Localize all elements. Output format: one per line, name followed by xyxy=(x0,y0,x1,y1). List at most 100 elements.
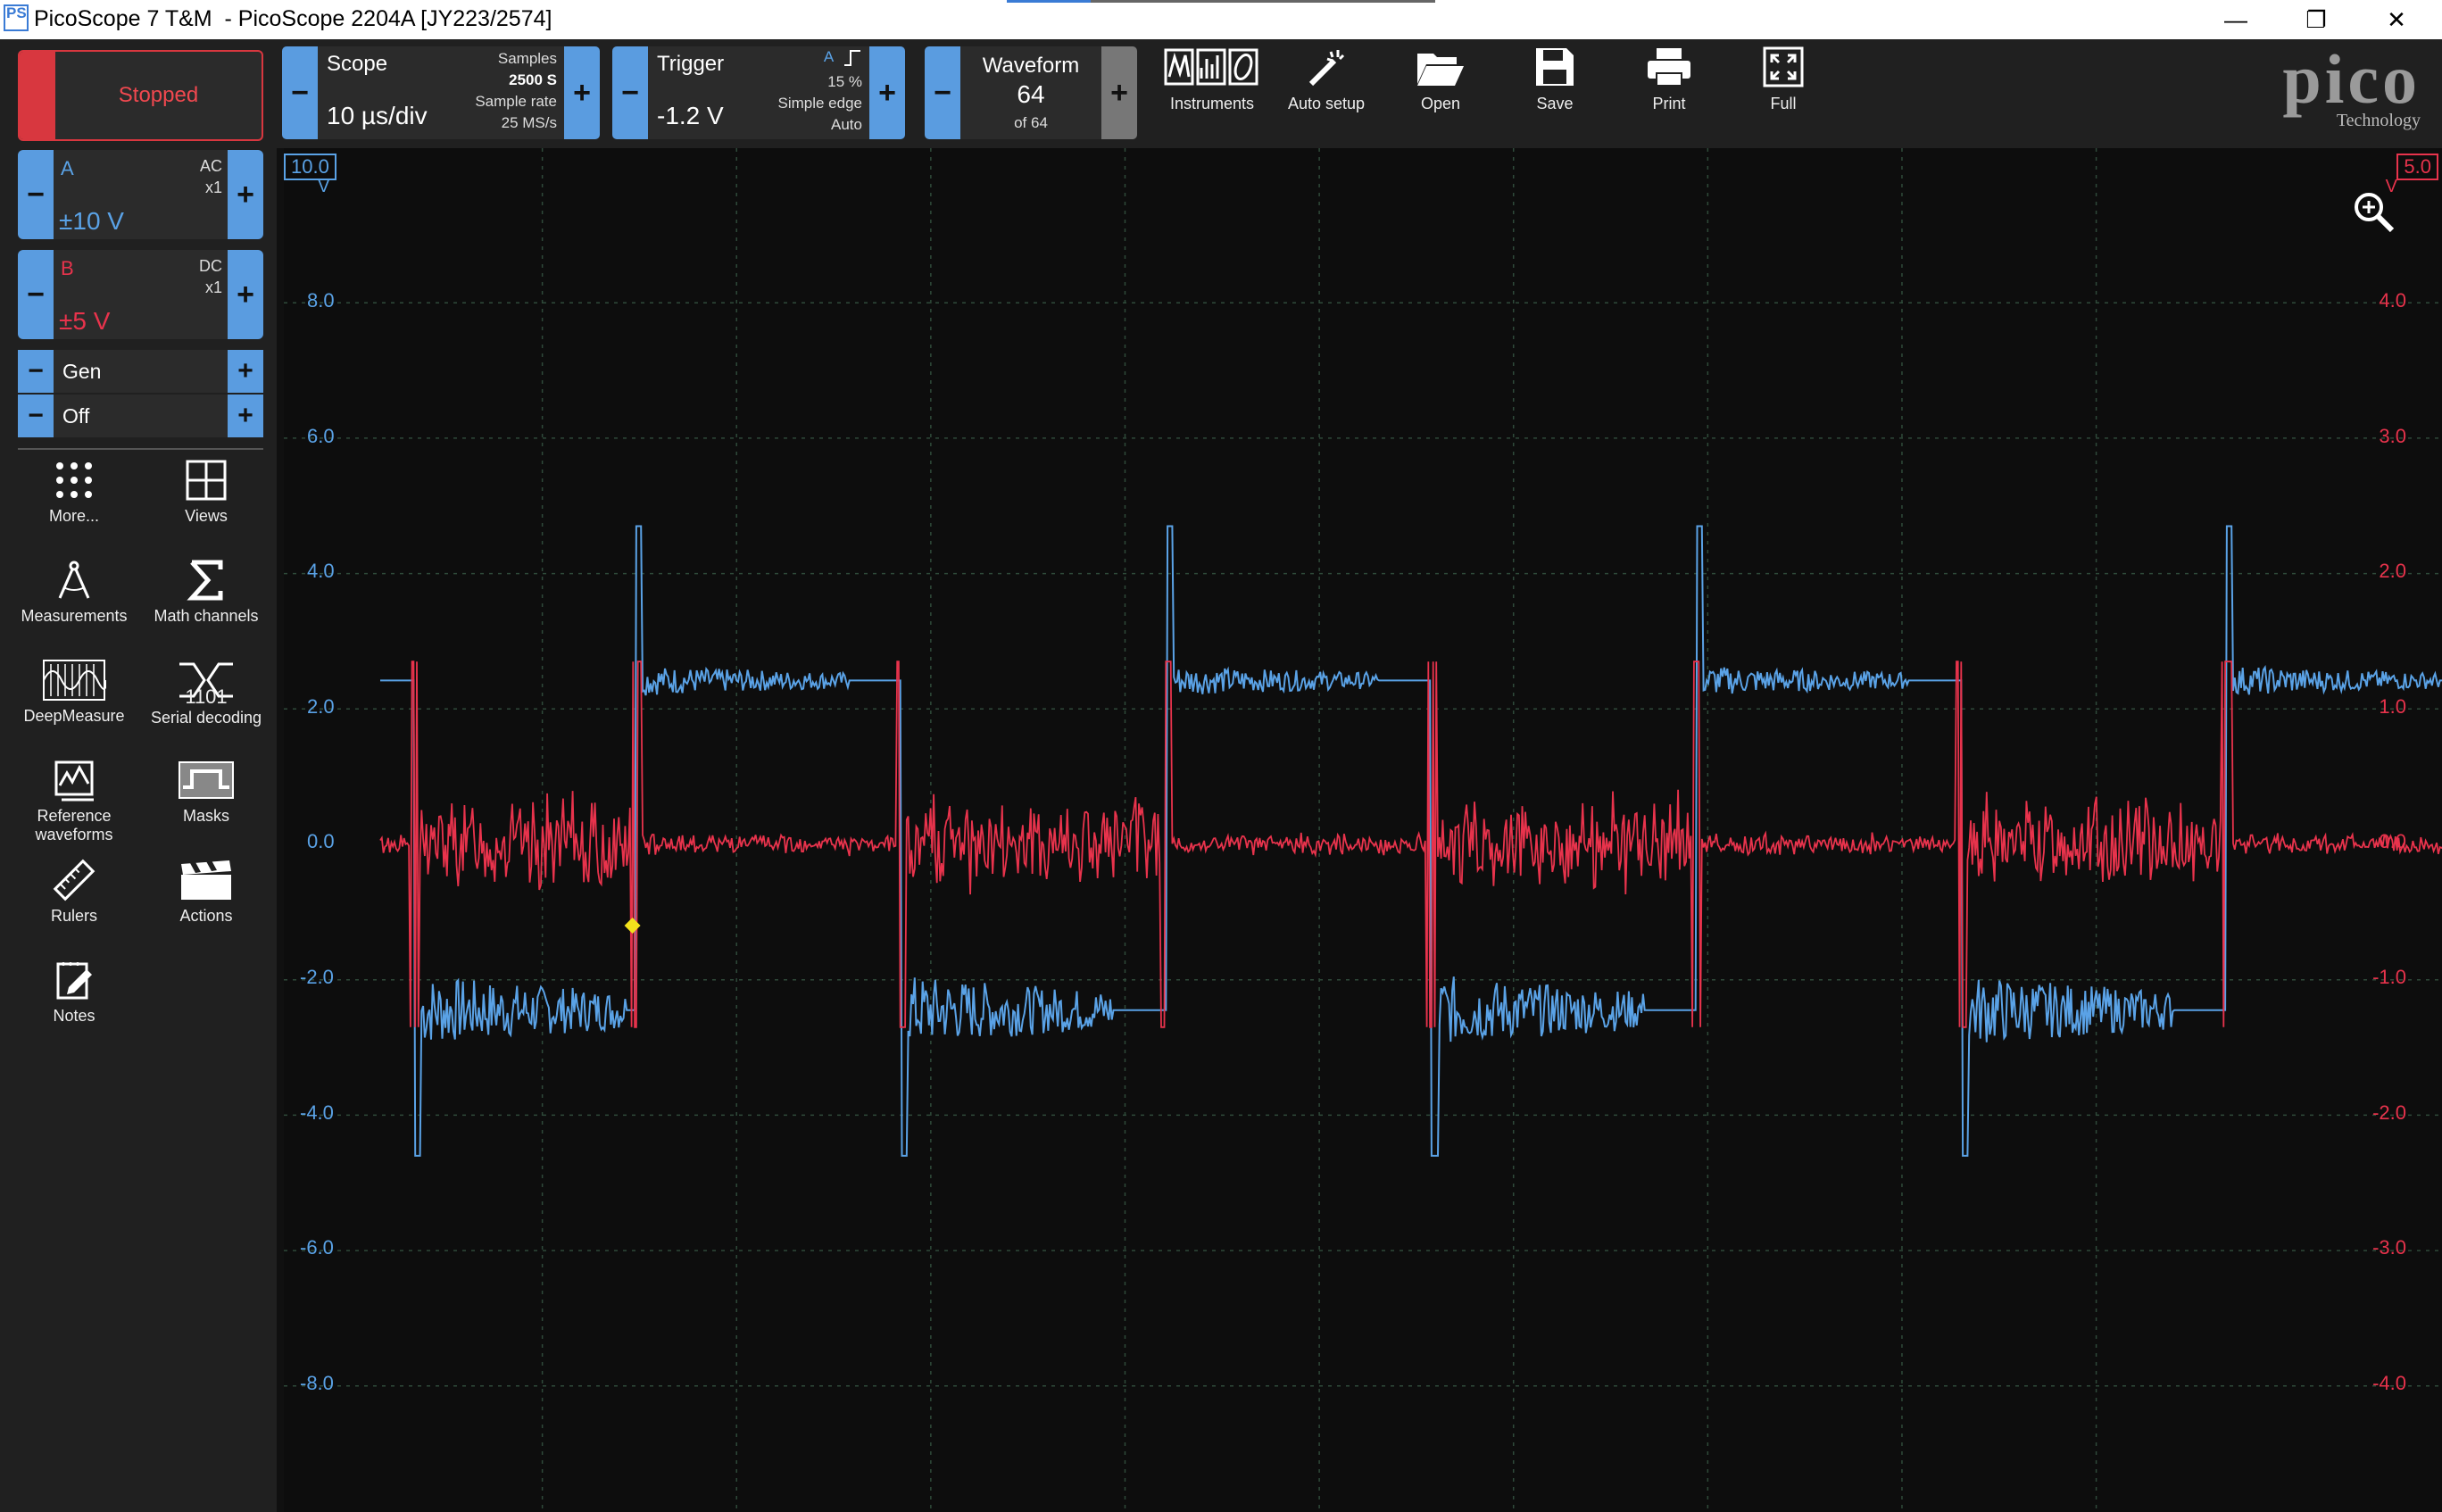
signal-generator-control[interactable]: − Gen + xyxy=(18,350,263,393)
waveform-next-button[interactable]: + xyxy=(1101,46,1137,139)
channel-a-range-increase-button[interactable]: + xyxy=(228,150,263,239)
folder-open-icon xyxy=(1417,54,1464,86)
window-titlebar: PS PicoScope 7 T&M - PicoScope 2204A [JY… xyxy=(0,0,2442,39)
right-axis-label: -4.0 xyxy=(2372,1372,2406,1394)
generator-state: Off xyxy=(62,404,90,428)
trigger-level: -1.2 V xyxy=(657,102,724,129)
auto-setup-button[interactable]: Auto setup xyxy=(1273,46,1380,113)
waveform-buffer-control[interactable]: − Waveform 64 of 64 + xyxy=(925,46,1137,139)
waveform-total: of 64 xyxy=(1014,114,1048,131)
trigger-increase-button[interactable]: + xyxy=(869,46,905,139)
channel-a-unit: V xyxy=(318,177,330,196)
auto-setup-label: Auto setup xyxy=(1287,95,1366,112)
tool-deepmeasure[interactable]: DeepMeasure xyxy=(7,659,141,726)
waveform-previous-button[interactable]: − xyxy=(925,46,960,139)
title-accent-left xyxy=(1007,0,1091,3)
tool-masks-label: Masks xyxy=(182,807,229,825)
channel-a-control[interactable]: − A AC x1 ±10 V + xyxy=(18,150,263,239)
print-button[interactable]: Print xyxy=(1616,46,1723,113)
left-axis-label: -8.0 xyxy=(300,1372,334,1394)
trigger-control[interactable]: − Trigger -1.2 V A 15 % Simple edge Auto… xyxy=(612,46,905,139)
waveform-current: 64 xyxy=(1017,80,1045,108)
dots-grid-icon xyxy=(56,462,92,498)
channel-b-range-decrease-button[interactable]: − xyxy=(18,250,54,339)
scope-timebase-control[interactable]: − Scope 10 µs/div Samples 2500 S Sample … xyxy=(282,46,600,139)
trigger-decrease-button[interactable]: − xyxy=(612,46,648,139)
right-axis-label: -2.0 xyxy=(2372,1101,2406,1124)
channel-b-coupling: DC x1 xyxy=(199,255,222,298)
tool-notes[interactable]: Notes xyxy=(7,959,141,1026)
channel-b-coupling-mode: DC xyxy=(199,257,222,275)
oscilloscope-plot[interactable]: 10.0 V 5.0 V 8.0 6.0 4.0 2.0 0.0 -2.0 -4… xyxy=(284,148,2442,1512)
tool-rulers[interactable]: Rulers xyxy=(7,859,141,926)
tool-reference-waveforms[interactable]: Reference waveforms xyxy=(7,759,141,844)
instruments-label: Instruments xyxy=(1169,95,1255,112)
instruments-button[interactable]: Instruments xyxy=(1159,46,1266,113)
channel-a-scale-value: 10.0 xyxy=(291,155,329,178)
save-label: Save xyxy=(1536,95,1574,112)
generator-decrease-button[interactable]: − xyxy=(18,350,54,393)
generator-state-decrease-button[interactable]: − xyxy=(18,395,54,437)
open-label: Open xyxy=(1420,95,1461,112)
zoom-icon[interactable] xyxy=(2353,191,2396,234)
sidebar-divider xyxy=(18,448,263,450)
tool-measurements[interactable]: Measurements xyxy=(7,559,141,626)
channel-b-range: ±5 V xyxy=(59,307,111,335)
generator-state-control[interactable]: − Off + xyxy=(18,395,263,437)
save-button[interactable]: Save xyxy=(1501,46,1608,113)
timebase-decrease-button[interactable]: − xyxy=(282,46,318,139)
channel-a-range: ±10 V xyxy=(59,207,124,235)
pretrigger-value: 15 % xyxy=(827,73,862,90)
left-axis-label: 8.0 xyxy=(307,289,335,312)
right-axis-label: 3.0 xyxy=(2379,425,2406,447)
samples-label: Samples xyxy=(497,50,557,67)
tool-more[interactable]: More... xyxy=(7,459,141,526)
open-button[interactable]: Open xyxy=(1387,46,1494,113)
tool-rulers-label: Rulers xyxy=(50,907,97,925)
tool-serial-decoding-label: Serial decoding xyxy=(150,709,262,727)
notes-icon xyxy=(56,962,92,1000)
generator-increase-button[interactable]: + xyxy=(228,350,263,393)
tool-actions-label: Actions xyxy=(179,907,233,925)
channel-b-range-increase-button[interactable]: + xyxy=(228,250,263,339)
tool-views[interactable]: Views xyxy=(139,459,273,526)
generator-state-increase-button[interactable]: + xyxy=(228,395,263,437)
fullscreen-icon xyxy=(1763,46,1804,87)
maximize-button[interactable]: ❐ xyxy=(2276,0,2356,39)
save-disk-icon xyxy=(1536,48,1574,86)
left-sidebar: Stopped − A AC x1 ±10 V + − B DC x1 ±5 V… xyxy=(0,39,277,1512)
picoscope-app-icon: PS xyxy=(4,4,29,31)
trigger-source-row: A xyxy=(824,48,862,67)
channel-a-range-decrease-button[interactable]: − xyxy=(18,150,54,239)
left-axis-label: -2.0 xyxy=(300,966,334,988)
run-stop-indicator xyxy=(20,52,55,139)
channel-b-control[interactable]: − B DC x1 ±5 V + xyxy=(18,250,263,339)
channel-b-probe: x1 xyxy=(204,278,222,296)
run-stop-label: Stopped xyxy=(118,83,199,107)
right-axis-label: -1.0 xyxy=(2372,966,2406,988)
left-axis-label: 0.0 xyxy=(307,830,335,852)
sample-rate-label: Sample rate xyxy=(475,93,557,110)
channel-b-scale-top[interactable]: 5.0 xyxy=(2396,154,2438,180)
waveform-canvas[interactable] xyxy=(284,148,2442,1512)
generator-label: Gen xyxy=(62,360,102,383)
minimize-button[interactable]: — xyxy=(2196,0,2276,39)
run-stop-button[interactable]: Stopped xyxy=(18,50,263,141)
close-button[interactable]: ✕ xyxy=(2356,0,2437,39)
full-screen-button[interactable]: Full xyxy=(1730,46,1837,113)
right-axis-label: 1.0 xyxy=(2379,695,2406,718)
timebase-increase-button[interactable]: + xyxy=(564,46,600,139)
serial-decoding-glyph: 1101 xyxy=(185,685,228,708)
printer-icon xyxy=(1648,48,1690,87)
tool-actions[interactable]: Actions xyxy=(139,859,273,926)
reference-waveform-icon xyxy=(54,760,94,802)
tool-math-channels[interactable]: Math channels xyxy=(139,559,273,626)
logo-word: pico xyxy=(2282,40,2421,118)
scope-label: Scope xyxy=(327,52,388,76)
title-accent-right xyxy=(1091,0,1435,3)
tool-serial-decoding[interactable]: 1101 Serial decoding xyxy=(139,659,273,727)
tool-masks[interactable]: Masks xyxy=(139,759,273,826)
masks-icon xyxy=(179,761,234,799)
trigger-marker xyxy=(624,918,641,935)
left-axis-label: 2.0 xyxy=(307,695,335,718)
